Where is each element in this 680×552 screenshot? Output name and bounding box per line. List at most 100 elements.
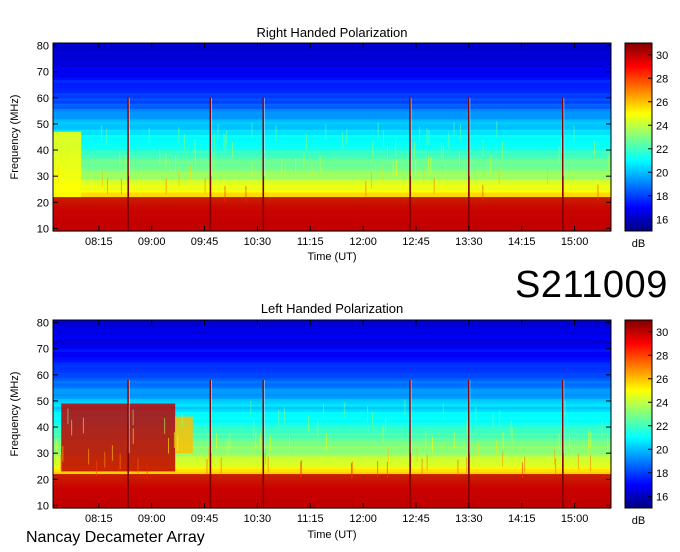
x-tick-label: 10:30 [244,236,272,248]
texture-streak [558,146,560,163]
texture-streak [253,441,255,458]
texture-streak [213,132,215,149]
texture-streak [372,412,374,428]
colorbar-tick-label: 22 [656,421,668,433]
texture-streak [453,121,455,138]
texture-streak [204,177,206,194]
x-tick-label: 14:15 [508,236,536,248]
texture-streak [224,135,226,152]
y-axis-label: Frequency (MHz) [9,372,21,457]
texture-streak [372,141,374,158]
y-tick-label: 20 [37,474,49,486]
x-tick-label: 11:15 [297,513,324,525]
spectrogram-plot [53,320,611,509]
texture-streak [101,125,103,142]
texture-streak [597,184,599,201]
texture-streak [588,430,590,446]
texture-streak [96,460,98,477]
texture-streak [173,432,175,448]
texture-streak [502,141,504,158]
texture-streak [57,165,59,182]
texture-streak [490,156,492,172]
texture-streak [146,463,148,479]
texture-streak [382,166,384,182]
texture-streak [119,453,121,470]
colorbar-unit-label: dB [632,238,645,250]
texture-streak [300,461,302,478]
texture-streak [377,460,379,477]
texture-streak [305,134,307,150]
texture-streak [245,186,247,202]
texture-streak [428,130,430,146]
texture-streak [478,442,480,459]
texture-streak [440,141,442,158]
texture-streak [220,457,222,474]
colorbar-tick-label: 18 [656,468,668,480]
colorbar-scale [624,319,653,509]
texture-streak [159,149,161,166]
texture-streak [178,170,180,186]
colorbar-tick-label: 30 [656,327,668,339]
texture-streak [370,172,372,189]
texture-streak [250,400,252,417]
texture-streak [106,128,108,145]
texture-streak [567,412,569,429]
x-tick-label: 10:30 [244,513,272,525]
x-tick-label: 12:45 [402,236,430,248]
texture-streak [607,437,609,453]
texture-streak [64,150,66,167]
texture-streak [251,122,253,139]
texture-streak [426,128,428,144]
y-tick-label: 80 [37,41,49,53]
texture-streak [385,417,387,433]
texture-streak [325,434,327,450]
texture-streak [62,446,64,462]
y-tick-label: 60 [37,370,49,382]
y-tick-label: 60 [37,93,49,105]
x-tick-label: 12:00 [349,236,377,248]
texture-streak [433,178,435,194]
texture-streak [445,163,447,180]
texture-streak [414,141,416,158]
texture-streak [482,140,484,156]
x-tick-label: 08:15 [85,236,113,248]
texture-streak [167,437,169,454]
texture-streak [281,158,283,175]
texture-streak [346,128,348,145]
texture-streak [342,132,344,149]
texture-streak [365,181,367,197]
texture-streak [608,154,610,171]
texture-streak [88,448,90,465]
texture-streak [404,399,406,416]
texture-streak [120,178,122,195]
texture-streak [601,421,603,437]
texture-streak [251,162,253,178]
texture-streak [589,455,591,472]
texture-streak [101,170,103,187]
texture-streak [421,458,423,475]
texture-streak [67,143,69,160]
texture-streak [178,127,180,143]
y-tick-label: 50 [37,396,49,408]
texture-streak [227,438,229,455]
texture-streak [387,446,389,463]
texture-streak [569,166,571,182]
texture-streak [510,420,512,437]
texture-streak [217,124,219,140]
texture-streak [502,451,504,467]
texture-streak [295,158,297,174]
texture-streak [374,164,376,180]
texture-streak [427,154,429,171]
texture-streak [386,145,388,162]
texture-streak [473,444,475,460]
texture-streak [125,154,127,171]
y-tick-label: 30 [37,171,49,183]
texture-streak [594,140,596,157]
texture-streak [482,184,484,201]
texture-streak [499,410,501,426]
y-tick-label: 70 [37,67,49,79]
texture-streak [555,458,557,474]
y-axis-label: Frequency (MHz) [9,95,21,180]
texture-streak [564,400,566,417]
spectrogram-plot [53,43,611,232]
